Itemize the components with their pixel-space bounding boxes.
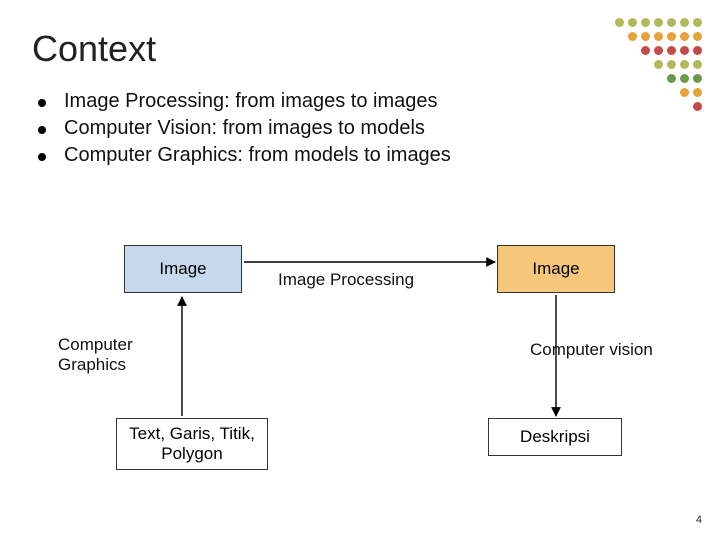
list-item: Image Processing: from images to images — [38, 90, 451, 113]
box-text-primitives: Text, Garis, Titik, Polygon — [116, 418, 268, 470]
box-image-left: Image — [124, 245, 242, 293]
list-item: Computer Graphics: from models to images — [38, 144, 451, 167]
box-deskripsi: Deskripsi — [488, 418, 622, 456]
label-computer-vision: Computer vision — [530, 340, 653, 360]
bullet-text: Computer Vision: from images to models — [64, 117, 425, 140]
decoration-dots — [628, 32, 702, 41]
decoration-dots — [680, 88, 702, 97]
decoration-dots — [641, 46, 702, 55]
page-title: Context — [32, 28, 156, 70]
bullet-text: Image Processing: from images to images — [64, 90, 438, 113]
page-number: 4 — [696, 514, 702, 526]
bullet-icon — [38, 126, 46, 134]
list-item: Computer Vision: from images to models — [38, 117, 451, 140]
decoration-dots — [615, 18, 702, 27]
label-computer-graphics: Computer Graphics — [58, 335, 133, 375]
bullet-text: Computer Graphics: from models to images — [64, 144, 451, 167]
decoration-dots — [654, 60, 702, 69]
box-image-right: Image — [497, 245, 615, 293]
bullet-icon — [38, 153, 46, 161]
bullet-icon — [38, 99, 46, 107]
bullet-list: Image Processing: from images to images … — [38, 90, 451, 171]
decoration-dots — [693, 102, 702, 111]
label-image-processing: Image Processing — [278, 270, 414, 290]
decoration-dots — [667, 74, 702, 83]
